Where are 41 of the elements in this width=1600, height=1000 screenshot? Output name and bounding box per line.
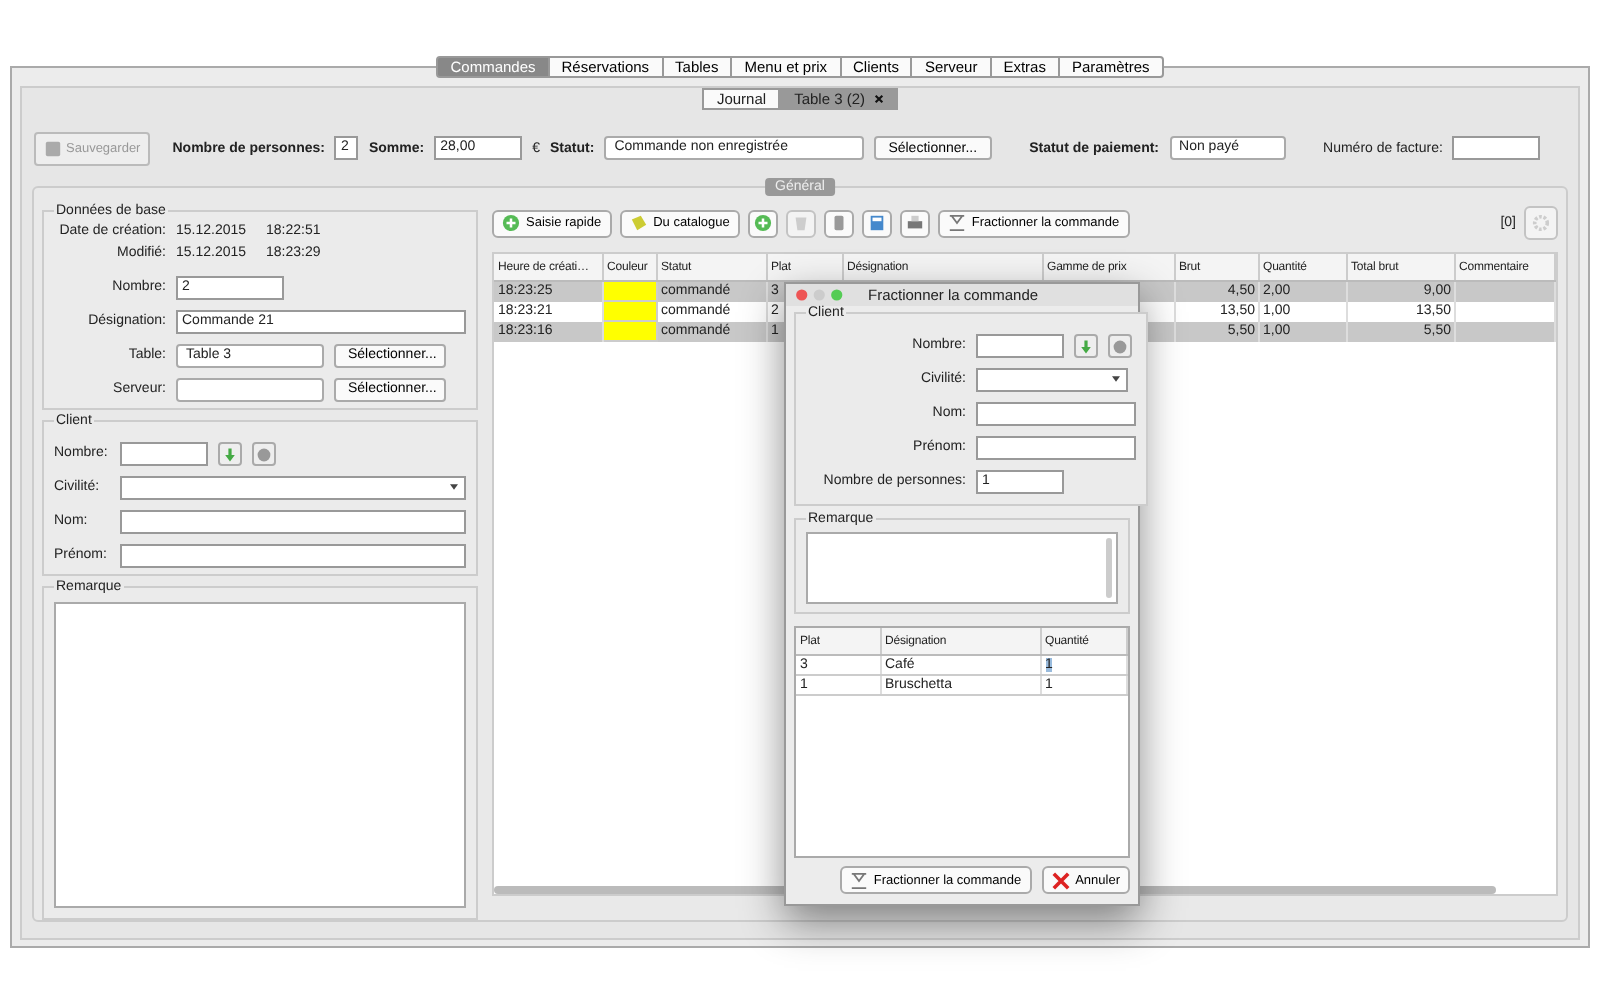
remark-field[interactable] — [806, 532, 1118, 604]
name-field[interactable] — [120, 509, 466, 533]
invoice-number-field[interactable] — [1452, 136, 1541, 160]
plus-icon — [502, 214, 520, 232]
caret-icon — [1112, 375, 1120, 381]
clear-button[interactable] — [252, 441, 276, 465]
close-icon[interactable] — [873, 94, 884, 104]
settings-icon — [1532, 214, 1550, 232]
firstname-field[interactable] — [976, 435, 1136, 459]
down-arrow-icon — [1078, 337, 1094, 355]
trash-icon — [791, 214, 810, 232]
print-button[interactable] — [899, 209, 930, 237]
civility-dropdown[interactable] — [976, 367, 1128, 391]
floppy-icon — [44, 139, 62, 157]
settings-button[interactable] — [1524, 206, 1558, 240]
delete-button[interactable] — [823, 209, 854, 237]
add-button[interactable] — [747, 209, 778, 237]
calculator-icon — [867, 214, 886, 232]
down-arrow-icon — [222, 445, 238, 463]
arrow-button[interactable] — [218, 441, 242, 465]
split-icon — [947, 214, 966, 232]
circle-icon — [1112, 337, 1128, 355]
calculator-button[interactable] — [861, 209, 892, 237]
split-icon — [849, 871, 868, 889]
plus-icon — [753, 214, 772, 232]
scrollbar[interactable] — [1106, 538, 1112, 598]
bin-icon — [829, 214, 848, 232]
client-number-field[interactable] — [976, 333, 1064, 357]
close-icon — [1051, 871, 1070, 889]
firstname-field[interactable] — [120, 543, 466, 567]
client-number-field[interactable] — [120, 441, 208, 465]
name-field[interactable] — [976, 401, 1136, 425]
caret-icon — [450, 483, 458, 489]
server-dropdown[interactable] — [176, 377, 324, 401]
trash-button[interactable] — [785, 209, 816, 237]
window-controls-icon[interactable] — [794, 288, 848, 302]
clear-button[interactable] — [1108, 333, 1132, 357]
printer-icon — [905, 214, 924, 232]
civility-dropdown[interactable] — [120, 475, 466, 499]
circle-icon — [256, 445, 272, 463]
arrow-button[interactable] — [1074, 333, 1098, 357]
